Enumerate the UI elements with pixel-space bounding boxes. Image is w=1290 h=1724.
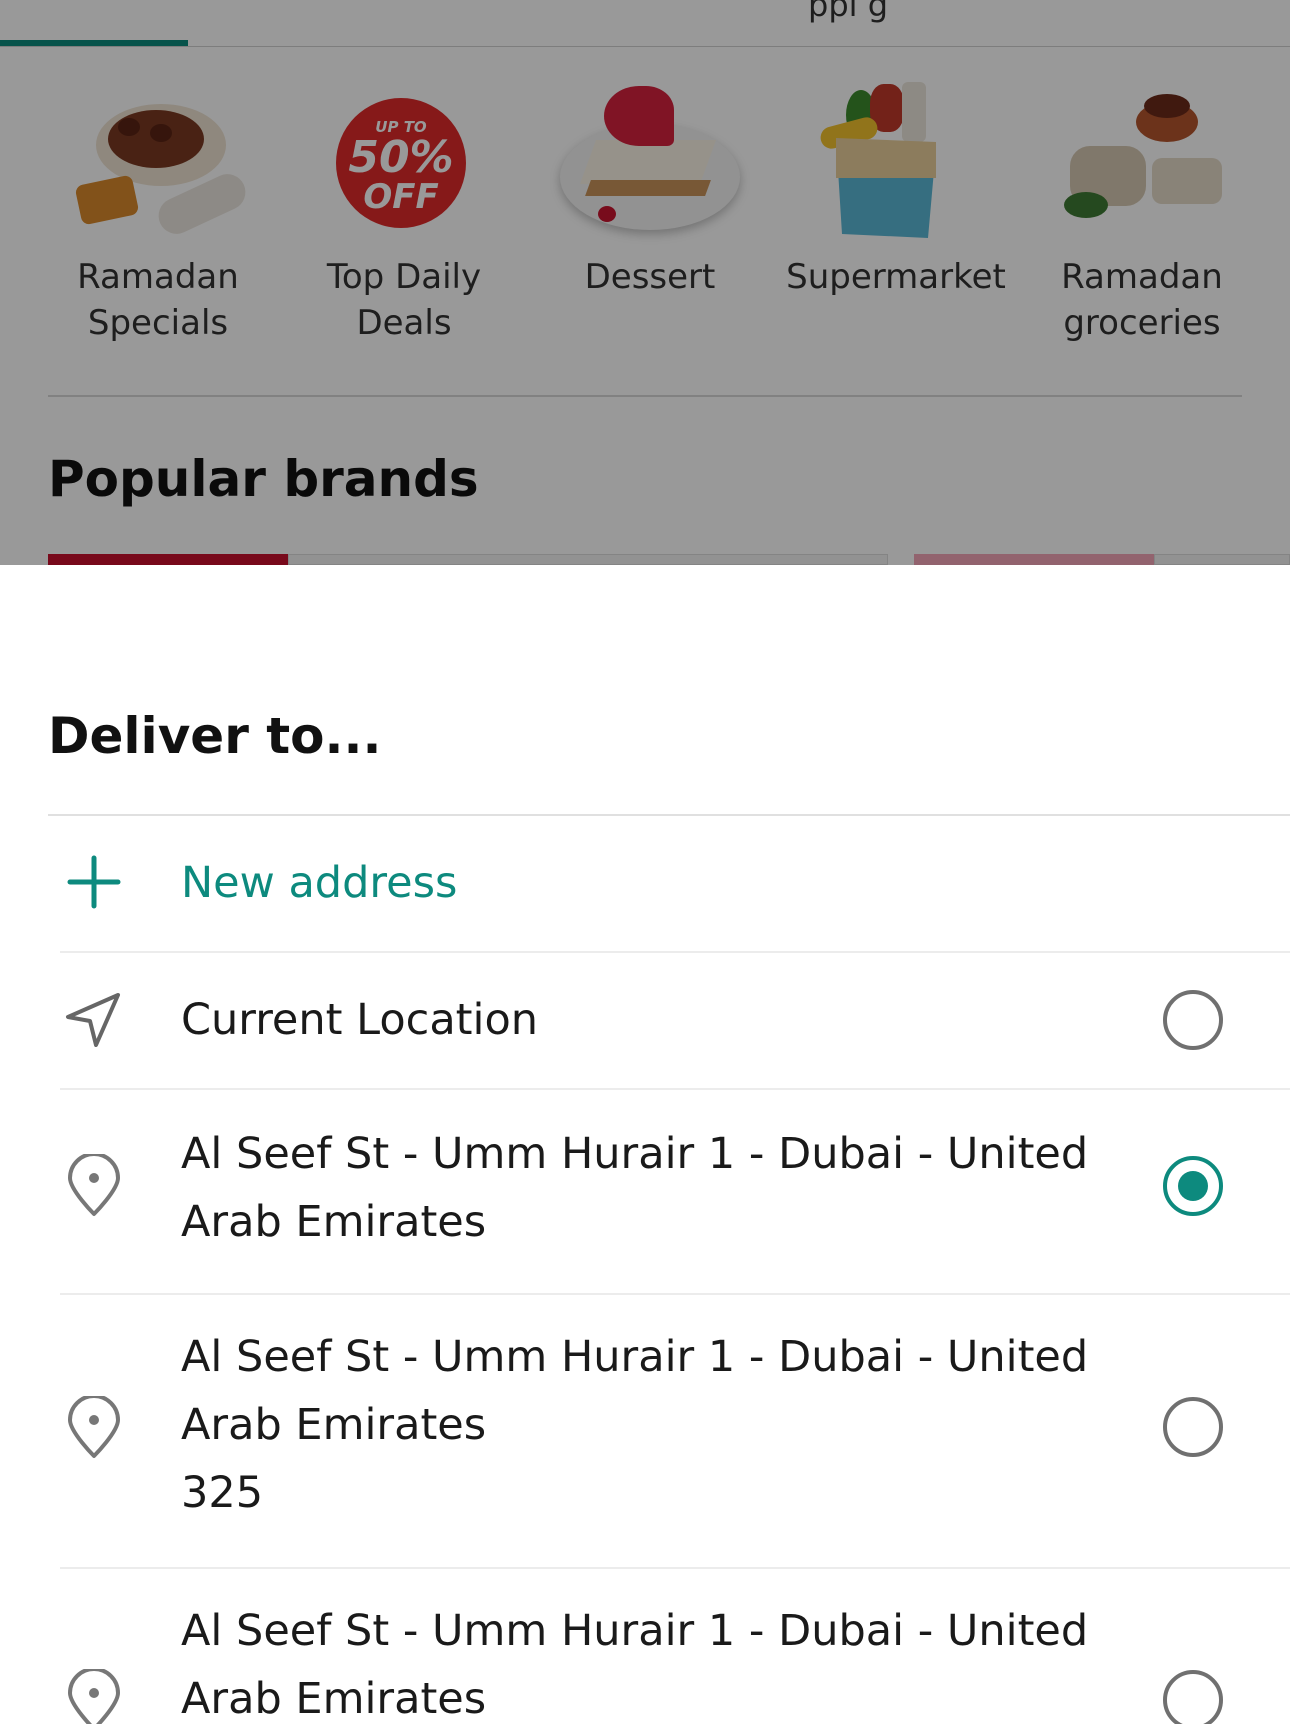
map-pin-icon [68,1154,120,1216]
new-address-row[interactable]: New address [0,816,1290,951]
map-pin-icon [68,1396,120,1458]
address-radio[interactable] [1163,1670,1223,1724]
address-line3: 325 [181,1468,264,1518]
saved-address-row[interactable]: Al Seef St - Umm Hurair 1 - Dubai - Unit… [0,1090,1290,1293]
modal-scrim[interactable] [0,0,1290,565]
current-location-radio[interactable] [1163,990,1223,1050]
current-location-label: Current Location [181,995,539,1045]
saved-address-row[interactable]: Al Seef St - Umm Hurair 1 - Dubai - Unit… [0,1569,1290,1724]
plus-icon [67,855,121,909]
deliver-to-sheet: Deliver to... New address Current Locati… [0,565,1290,1724]
address-radio-selected[interactable] [1163,1156,1223,1216]
current-location-row[interactable]: Current Location [0,953,1290,1088]
address-line1: Al Seef St - Umm Hurair 1 - Dubai - Unit… [181,1606,1089,1656]
address-radio[interactable] [1163,1397,1223,1457]
address-line2: Arab Emirates [181,1400,487,1450]
location-arrow-icon [66,993,120,1047]
new-address-label: New address [181,858,458,908]
saved-address-row[interactable]: Al Seef St - Umm Hurair 1 - Dubai - Unit… [0,1295,1290,1567]
background-page: ppi g Ramadan Specials UP TO 50% OFF Top… [0,0,1290,565]
map-pin-icon [68,1669,120,1724]
address-line2: Arab Emirates [181,1674,487,1724]
address-text: Al Seef St - Umm Hurair 1 - Dubai - Unit… [181,1597,1101,1724]
sheet-title: Deliver to... [48,707,382,765]
address-text: Al Seef St - Umm Hurair 1 - Dubai - Unit… [181,1323,1101,1527]
address-line1: Al Seef St - Umm Hurair 1 - Dubai - Unit… [181,1129,1089,1179]
address-line2: Arab Emirates [181,1197,487,1247]
address-text: Al Seef St - Umm Hurair 1 - Dubai - Unit… [181,1120,1101,1256]
address-line1: Al Seef St - Umm Hurair 1 - Dubai - Unit… [181,1332,1089,1382]
